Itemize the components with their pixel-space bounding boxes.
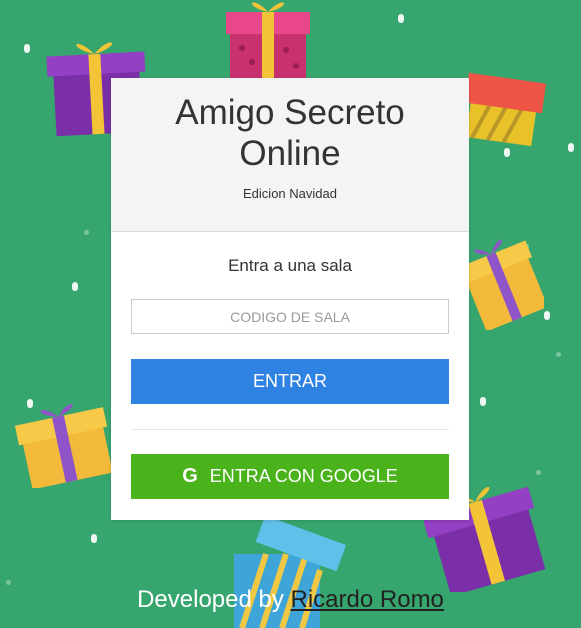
card-body: Entra a una sala ENTRAR G ENTRA CON GOOG…: [111, 232, 469, 519]
gift-box-pink-icon: [226, 2, 310, 80]
app-subtitle: Edicion Navidad: [243, 186, 337, 201]
snowflake: [568, 143, 574, 152]
google-login-button[interactable]: G ENTRA CON GOOGLE: [131, 454, 449, 499]
snowflake: [6, 580, 11, 585]
card-header: Amigo Secreto Online Edicion Navidad: [111, 78, 469, 232]
divider: [131, 429, 449, 430]
gift-box-orange-icon: [462, 239, 544, 330]
join-room-label: Entra a una sala: [228, 256, 352, 275]
gift-box-red-icon: [464, 72, 546, 147]
snowflake: [84, 230, 89, 235]
join-room-card: Amigo Secreto Online Edicion Navidad Ent…: [111, 78, 469, 520]
snowflake: [91, 534, 97, 543]
author-link[interactable]: Ricardo Romo: [291, 586, 444, 613]
snowflake: [72, 282, 78, 291]
snowflake: [480, 397, 486, 406]
gift-box-yellow-icon: [14, 404, 113, 488]
footer-credit: Developed by Ricardo Romo: [0, 586, 581, 614]
footer-prefix: Developed by: [137, 586, 291, 613]
google-login-label: ENTRA CON GOOGLE: [209, 466, 398, 486]
google-icon: G: [182, 465, 198, 487]
enter-button[interactable]: ENTRAR: [131, 359, 449, 404]
snowflake: [398, 14, 404, 23]
snowflake: [544, 311, 550, 320]
room-code-input[interactable]: [131, 299, 449, 334]
snowflake: [536, 470, 541, 475]
app-title: Amigo Secreto Online: [175, 93, 405, 173]
snowflake: [24, 44, 30, 53]
snowflake: [556, 352, 561, 357]
